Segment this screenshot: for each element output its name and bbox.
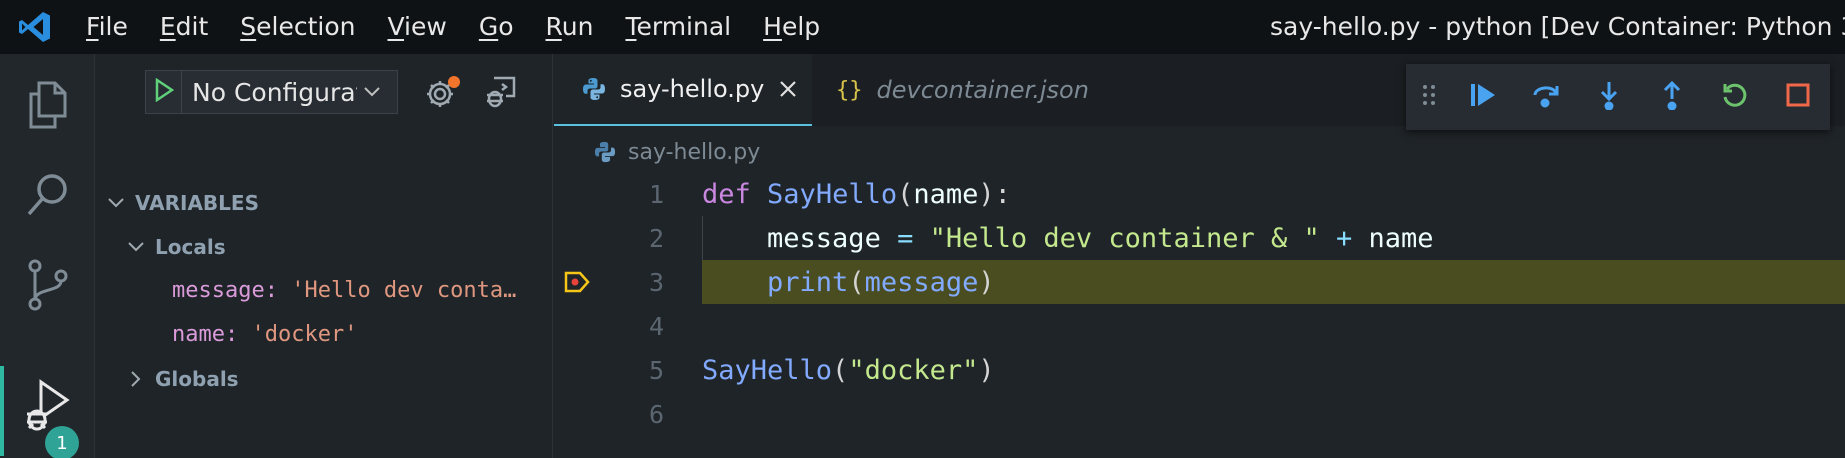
debug-configuration-select[interactable]: No Configurat	[182, 71, 397, 113]
menu-run[interactable]: Run	[530, 0, 610, 54]
stop-button[interactable]	[1767, 64, 1830, 130]
debug-badge: 1	[45, 426, 79, 458]
start-debugging-button[interactable]	[146, 71, 182, 113]
window-title: say-hello.py - python [Dev Container: Py…	[1270, 12, 1845, 41]
breadcrumb-file: say-hello.py	[628, 139, 761, 165]
menu-go[interactable]: Go	[463, 0, 530, 54]
activity-run-debug[interactable]: 1	[0, 366, 95, 458]
line-number: 1	[648, 179, 664, 209]
chevron-down-icon	[363, 86, 381, 98]
grip-icon	[1422, 83, 1436, 111]
files-icon	[25, 80, 71, 134]
continue-button[interactable]	[1451, 64, 1514, 130]
menu-help[interactable]: Help	[747, 0, 836, 54]
menu-edit[interactable]: Edit	[144, 0, 224, 54]
search-icon	[23, 170, 73, 224]
line-number: 6	[648, 399, 664, 429]
line-number: 4	[648, 311, 664, 341]
debug-sidebar: No Configurat VARIABLES Locals message: …	[95, 54, 553, 458]
close-icon[interactable]	[778, 79, 798, 99]
tab-say-hello-py[interactable]: say-hello.py	[554, 54, 812, 126]
chevron-right-icon	[125, 368, 147, 390]
restart-icon	[1721, 81, 1749, 113]
line-source: print(message)	[767, 266, 995, 298]
restart-button[interactable]	[1704, 64, 1767, 130]
activity-search[interactable]	[0, 152, 95, 242]
continue-icon	[1469, 81, 1497, 113]
menu-file[interactable]: File	[70, 0, 144, 54]
code-line: 6	[554, 392, 1845, 436]
tree-scope-globals[interactable]: Globals	[95, 360, 553, 398]
step-into-icon	[1597, 80, 1621, 114]
step-out-icon	[1660, 80, 1684, 114]
python-icon	[594, 141, 616, 163]
line-number: 2	[648, 223, 664, 253]
code-line: 5 SayHello("docker")	[554, 348, 1845, 392]
variable-row[interactable]: message: 'Hello dev conta…	[95, 271, 553, 309]
code-line: 2 message = "Hello dev container & " + n…	[554, 216, 1845, 260]
step-over-icon	[1531, 81, 1561, 113]
debug-floating-toolbar	[1406, 64, 1830, 130]
scope-label-locals: Locals	[155, 235, 226, 259]
tab-label: say-hello.py	[620, 75, 765, 103]
variables-section-title: VARIABLES	[135, 191, 259, 215]
variables-section-header[interactable]: VARIABLES	[95, 184, 553, 222]
breadcrumb[interactable]: say-hello.py	[594, 134, 760, 170]
tab-devcontainer-json[interactable]: {} devcontainer.json	[812, 54, 1092, 126]
tree-scope-locals[interactable]: Locals	[95, 228, 553, 266]
menu-bar: File Edit Selection View Go Run Terminal…	[70, 0, 836, 54]
code-line: 1 def SayHello(name):	[554, 172, 1845, 216]
menu-terminal[interactable]: Terminal	[609, 0, 747, 54]
vscode-logo-icon[interactable]	[0, 0, 70, 54]
debug-config-toolbar: No Configurat	[145, 70, 398, 114]
modified-dot	[448, 76, 460, 88]
variable-entry: name: 'docker'	[172, 321, 358, 347]
debug-console-button[interactable]	[481, 74, 521, 112]
play-icon	[154, 77, 174, 106]
step-over-button[interactable]	[1514, 64, 1577, 130]
code-line-current: 3 print(message)	[554, 260, 1845, 304]
title-bar: File Edit Selection View Go Run Terminal…	[0, 0, 1845, 54]
line-number: 3	[648, 267, 664, 297]
config-select-label: No Configurat	[192, 77, 357, 107]
variable-name: message	[172, 277, 265, 303]
drag-handle[interactable]	[1406, 64, 1451, 130]
variable-value: 'docker'	[251, 321, 358, 347]
code-line: 4	[554, 304, 1845, 348]
activity-explorer[interactable]	[0, 62, 95, 152]
activity-bar: 1	[0, 54, 95, 458]
menu-view[interactable]: View	[371, 0, 462, 54]
editor-area: say-hello.py {} devcontainer.json say-he…	[554, 54, 1845, 458]
line-source: SayHello("docker")	[702, 354, 995, 386]
chevron-down-icon	[105, 192, 127, 214]
line-source: message = "Hello dev container & " + nam…	[767, 222, 1434, 254]
menu-selection[interactable]: Selection	[224, 0, 371, 54]
gear-icon	[424, 76, 460, 110]
editor-tabs: say-hello.py {} devcontainer.json	[554, 54, 1845, 130]
step-out-button[interactable]	[1641, 64, 1704, 130]
activity-source-control[interactable]	[0, 242, 95, 332]
line-source: def SayHello(name):	[702, 178, 1011, 210]
python-icon	[582, 77, 606, 101]
variable-name: name	[172, 321, 225, 347]
step-into-button[interactable]	[1578, 64, 1641, 130]
variable-entry: message: 'Hello dev conta…	[172, 277, 517, 303]
variable-row[interactable]: name: 'docker'	[95, 315, 553, 353]
open-launch-json-button[interactable]	[421, 74, 461, 112]
scope-label-globals: Globals	[155, 367, 239, 391]
debug-console-icon	[484, 74, 518, 112]
variable-value: 'Hello dev conta…	[291, 277, 517, 303]
tab-label: devcontainer.json	[876, 76, 1089, 104]
breakpoint-current-icon[interactable]	[562, 260, 592, 304]
json-braces-icon: {}	[836, 77, 863, 103]
stop-icon	[1785, 82, 1811, 112]
source-control-icon	[25, 258, 71, 316]
chevron-down-icon	[125, 236, 147, 258]
line-number: 5	[648, 355, 664, 385]
